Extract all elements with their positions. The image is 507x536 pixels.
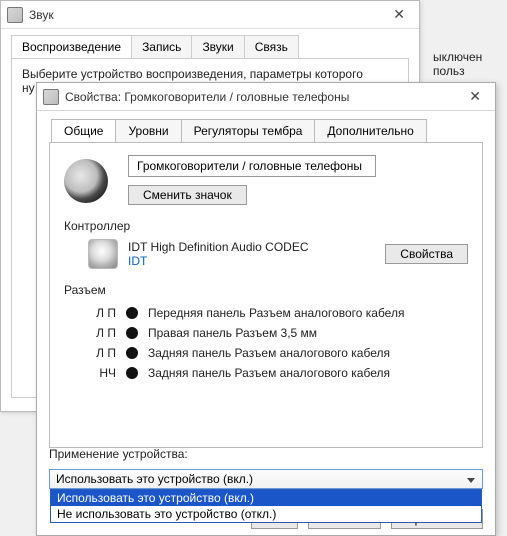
jack-desc: Правая панель Разъем 3,5 мм <box>148 326 317 340</box>
device-usage-dropdown: Использовать это устройство (вкл.) Не ис… <box>50 489 482 523</box>
tab-advanced[interactable]: Дополнительно <box>314 119 426 142</box>
jack-desc: Задняя панель Разъем аналогового кабеля <box>148 366 390 380</box>
jack-desc: Передняя панель Разъем аналогового кабел… <box>148 306 404 320</box>
change-icon-button[interactable]: Сменить значок <box>128 185 247 205</box>
jack-side: Л П <box>88 346 116 360</box>
background-text: ыключен польз <box>427 50 507 80</box>
properties-tabs: Общие Уровни Регуляторы тембра Дополните… <box>37 111 495 142</box>
tab-levels[interactable]: Уровни <box>115 119 181 142</box>
sound-info2: ну <box>22 81 35 95</box>
tab-playback[interactable]: Воспроизведение <box>11 35 132 58</box>
sound-info: Выберите устройство воспроизведения, пар… <box>22 67 363 81</box>
device-usage-selected: Использовать это устройство (вкл.) <box>56 472 253 486</box>
tab-sounds[interactable]: Звуки <box>191 35 244 58</box>
device-name-input[interactable]: Громкоговорители / головные телефоны <box>128 155 376 177</box>
sound-icon <box>7 7 23 23</box>
properties-titlebar: Свойства: Громкоговорители / головные те… <box>37 83 495 111</box>
tab-general[interactable]: Общие <box>51 119 116 142</box>
jack-side: Л П <box>88 306 116 320</box>
jack-side: Л П <box>88 326 116 340</box>
tab-enhancements[interactable]: Регуляторы тембра <box>181 119 316 142</box>
controller-icon <box>88 239 118 269</box>
controller-vendor-link[interactable]: IDT <box>128 254 375 268</box>
sound-titlebar: Звук ✕ <box>1 1 419 29</box>
speaker-icon <box>64 159 108 203</box>
jack-indicator-icon <box>126 347 138 359</box>
controller-name: IDT High Definition Audio CODEC <box>128 240 375 254</box>
jack-desc: Задняя панель Разъем аналогового кабеля <box>148 346 390 360</box>
jack-side: НЧ <box>88 366 116 380</box>
jack-row: Л П Передняя панель Разъем аналогового к… <box>88 303 468 323</box>
jack-row: Л П Задняя панель Разъем аналогового каб… <box>88 343 468 363</box>
device-usage-label: Применение устройства: <box>49 447 483 461</box>
properties-title: Свойства: Громкоговорители / головные те… <box>65 90 461 104</box>
jack-row: НЧ Задняя панель Разъем аналогового кабе… <box>88 363 468 383</box>
speaker-small-icon <box>43 89 59 105</box>
tab-communications[interactable]: Связь <box>244 35 299 58</box>
jack-indicator-icon <box>126 367 138 379</box>
chevron-down-icon <box>464 473 478 487</box>
usage-option-enable[interactable]: Использовать это устройство (вкл.) <box>51 490 481 506</box>
jack-indicator-icon <box>126 307 138 319</box>
tab-recording[interactable]: Запись <box>131 35 192 58</box>
usage-option-disable[interactable]: Не использовать это устройство (откл.) <box>51 506 481 522</box>
close-icon[interactable]: ✕ <box>385 6 413 23</box>
general-pane: Громкоговорители / головные телефоны Сме… <box>49 142 483 448</box>
controller-properties-button[interactable]: Свойства <box>385 244 468 264</box>
jack-label: Разъем <box>64 283 468 297</box>
jack-list: Л П Передняя панель Разъем аналогового к… <box>64 303 468 383</box>
jack-indicator-icon <box>126 327 138 339</box>
device-usage-area: Применение устройства: Использовать это … <box>49 447 483 489</box>
sound-tabs: Воспроизведение Запись Звуки Связь <box>1 29 419 58</box>
jack-row: Л П Правая панель Разъем 3,5 мм <box>88 323 468 343</box>
sound-title: Звук <box>29 8 385 22</box>
controller-label: Контроллер <box>64 219 468 233</box>
properties-window: Свойства: Громкоговорители / головные те… <box>36 82 496 536</box>
close-icon[interactable]: ✕ <box>461 88 489 105</box>
device-usage-combobox[interactable]: Использовать это устройство (вкл.) Испол… <box>49 469 483 489</box>
